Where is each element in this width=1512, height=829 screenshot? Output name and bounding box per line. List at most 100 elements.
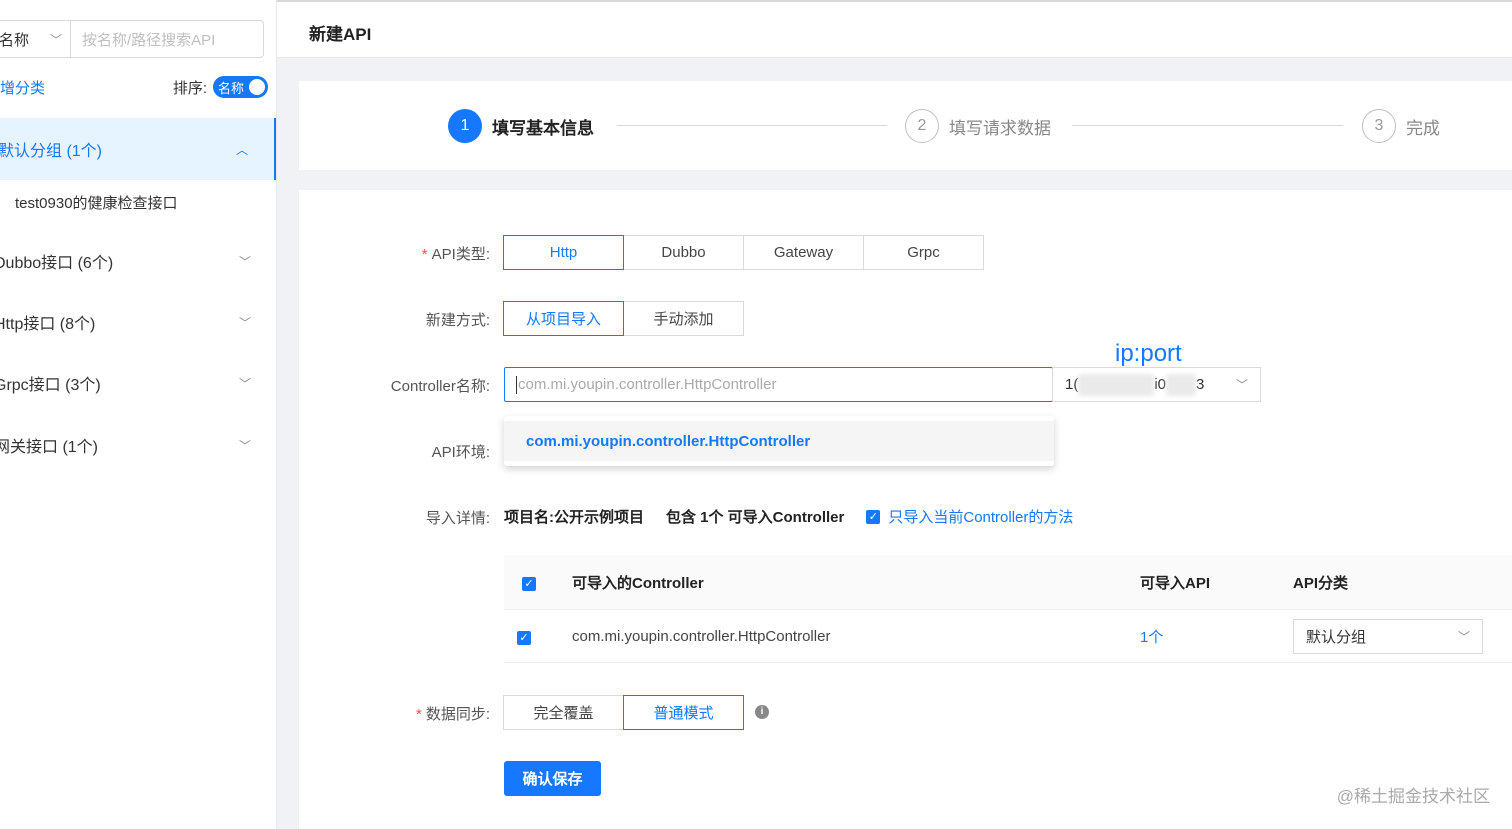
controller-table: ✓ 可导入的Controller 可导入API API分类 ✓ com.mi.y… (504, 555, 1512, 663)
sort-switch[interactable]: 名称 (213, 76, 268, 98)
redacted-block (1166, 373, 1197, 396)
api-type-http[interactable]: Http (503, 235, 624, 270)
header-category: API分类 (1293, 574, 1349, 592)
step-number: 1 (448, 109, 482, 143)
api-type-dubbo[interactable]: Dubbo (623, 235, 744, 270)
required-mark: * (421, 246, 428, 263)
sidebar-group-dubbo[interactable]: Dubbo接口 (6个) ﹀ (0, 230, 276, 292)
ip-prefix: 1( (1065, 375, 1079, 393)
switch-knob (249, 79, 265, 95)
steps-bar: 1 填写基本信息 2 填写请求数据 3 完成 (299, 81, 1512, 170)
search-bar: 名称 ﹀ 按名称/路径搜索API (0, 20, 264, 58)
create-mode-group: 从项目导入 手动添加 (503, 301, 744, 336)
sidebar-group-gateway[interactable]: 网关接口 (1个) ﹀ (0, 414, 276, 476)
step-3: 3 完成 (1362, 109, 1440, 143)
step-2: 2 填写请求数据 (905, 109, 1051, 143)
group-label: Dubbo接口 (6个) (0, 255, 114, 272)
project-name: 项目名:公开示例项目 (504, 509, 644, 526)
step-label: 完成 (1406, 118, 1440, 138)
ip-port-annotation: ip:port (1115, 340, 1182, 367)
create-mode-import[interactable]: 从项目导入 (503, 301, 624, 336)
label-text: 数据同步: (425, 706, 490, 723)
sort-control: 排序: 名称 (173, 76, 268, 98)
chevron-down-icon: ﹀ (238, 254, 251, 269)
row-controller: com.mi.youpin.controller.HttpController (572, 627, 831, 645)
step-number: 2 (905, 109, 939, 143)
chevron-down-icon: ﹀ (238, 315, 251, 330)
only-current-label: 只导入当前Controller的方法 (888, 509, 1074, 526)
header-api-count: 可导入API (1140, 574, 1211, 592)
text-cursor (516, 375, 517, 394)
step-connector (617, 125, 887, 126)
form-panel: * API类型: Http Dubbo Gateway Grpc 新建方式: 从项… (299, 190, 1512, 829)
row-api-count-link[interactable]: 1个 (1140, 626, 1293, 647)
only-current-checkbox[interactable]: ✓ 只导入当前Controller的方法 (866, 506, 1073, 527)
controller-input-value: com.mi.youpin.controller.HttpController (518, 376, 777, 393)
chevron-down-icon: ﹀ (238, 438, 251, 453)
group-label: Grpc接口 (3个) (0, 377, 101, 394)
step-label: 填写基本信息 (492, 118, 594, 138)
search-type-value: 名称 (0, 31, 30, 49)
table-row: ✓ com.mi.youpin.controller.HttpControlle… (504, 610, 1512, 663)
controller-input[interactable]: com.mi.youpin.controller.HttpController (504, 367, 1053, 402)
create-mode-manual[interactable]: 手动添加 (623, 301, 744, 336)
chevron-down-icon: ﹀ (1235, 378, 1248, 392)
sync-mode-normal[interactable]: 普通模式 (623, 695, 744, 730)
search-input[interactable]: 按名称/路径搜索API (71, 21, 263, 57)
step-label: 填写请求数据 (949, 118, 1051, 138)
check-icon[interactable]: ✓ (517, 630, 531, 645)
row-category-cell: 默认分组 ﹀ (1293, 618, 1512, 654)
step-1: 1 填写基本信息 (448, 109, 594, 143)
sync-mode-overwrite[interactable]: 完全覆盖 (503, 695, 624, 730)
label-text: API类型: (431, 246, 490, 263)
group-label: 默认分组 (1个) (0, 143, 103, 160)
ip-port-select[interactable]: 1( i0 3 ﹀ (1052, 367, 1261, 402)
watermark: @稀土掘金技术社区 (1336, 787, 1490, 806)
env-label: API环境: (431, 444, 490, 461)
chevron-down-icon: ﹀ (238, 376, 251, 391)
controller-count: 包含 1个 可导入Controller (666, 509, 845, 526)
check-icon[interactable]: ✓ (522, 576, 536, 591)
sync-label: * 数据同步: (416, 703, 490, 724)
ip-suffix: 3 (1196, 375, 1205, 393)
ip-port-value: 1( i0 3 (1065, 373, 1205, 396)
sidebar-group-default[interactable]: 默认分组 (1个) ︿ (0, 118, 276, 180)
sort-label: 排序: (172, 79, 207, 97)
sidebar-group-http[interactable]: Http接口 (8个) ﹀ (0, 291, 276, 353)
step-connector (1072, 125, 1343, 126)
search-type-select[interactable]: 名称 ﹀ (0, 21, 71, 57)
required-mark: * (415, 706, 422, 723)
row-select-cell: ✓ (504, 628, 572, 645)
dropdown-option[interactable]: com.mi.youpin.controller.HttpController (504, 421, 1054, 461)
controller-label: Controller名称: (390, 378, 490, 395)
chevron-down-icon: ﹀ (1457, 629, 1470, 644)
sidebar-api-item[interactable]: test0930的健康检查接口 (15, 192, 178, 213)
import-detail: 项目名:公开示例项目 包含 1个 可导入Controller ✓ 只导入当前Co… (504, 506, 1073, 527)
category-value: 默认分组 (1306, 628, 1367, 646)
chevron-down-icon: ﹀ (49, 32, 62, 47)
group-label: 网关接口 (1个) (0, 439, 99, 456)
check-icon: ✓ (866, 509, 881, 524)
controller-dropdown: com.mi.youpin.controller.HttpController (504, 416, 1054, 466)
category-select[interactable]: 默认分组 ﹀ (1293, 618, 1483, 654)
api-type-gateway[interactable]: Gateway (743, 235, 864, 270)
add-category-link[interactable]: 增分类 (0, 77, 45, 98)
step-number: 3 (1362, 109, 1396, 143)
ip-mid: i0 (1154, 375, 1167, 393)
group-label: Http接口 (8个) (0, 316, 96, 333)
api-type-grpc[interactable]: Grpc (863, 235, 984, 270)
info-icon[interactable]: i (755, 705, 769, 719)
create-mode-label: 新建方式: (425, 312, 490, 329)
page-title: 新建API (309, 25, 372, 44)
sidebar-tools: 增分类 排序: 名称 (0, 74, 268, 100)
import-detail-label: 导入详情: (425, 510, 490, 527)
table-header: ✓ 可导入的Controller 可导入API API分类 (504, 555, 1512, 610)
header-controller: 可导入的Controller (572, 574, 704, 592)
save-button[interactable]: 确认保存 (504, 761, 601, 796)
api-type-label: * API类型: (422, 243, 490, 264)
sidebar-group-grpc[interactable]: Grpc接口 (3个) ﹀ (0, 352, 276, 414)
page-header: 新建API (277, 0, 1512, 58)
select-all-cell: ✓ (504, 574, 572, 591)
api-type-group: Http Dubbo Gateway Grpc (503, 235, 984, 270)
sync-mode-group: 完全覆盖 普通模式 (503, 695, 744, 730)
